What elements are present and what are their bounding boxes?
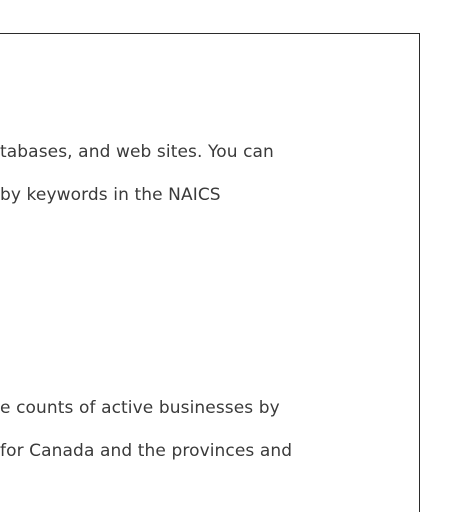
paragraph-2-line-1: e counts of active businesses by [0,398,280,418]
paragraph-2-line-2: for Canada and the provinces and [0,441,293,461]
paragraph-1-line-1: tabases, and web sites. You can [0,142,274,162]
paragraph-1-line-2: by keywords in the NAICS [0,185,221,205]
